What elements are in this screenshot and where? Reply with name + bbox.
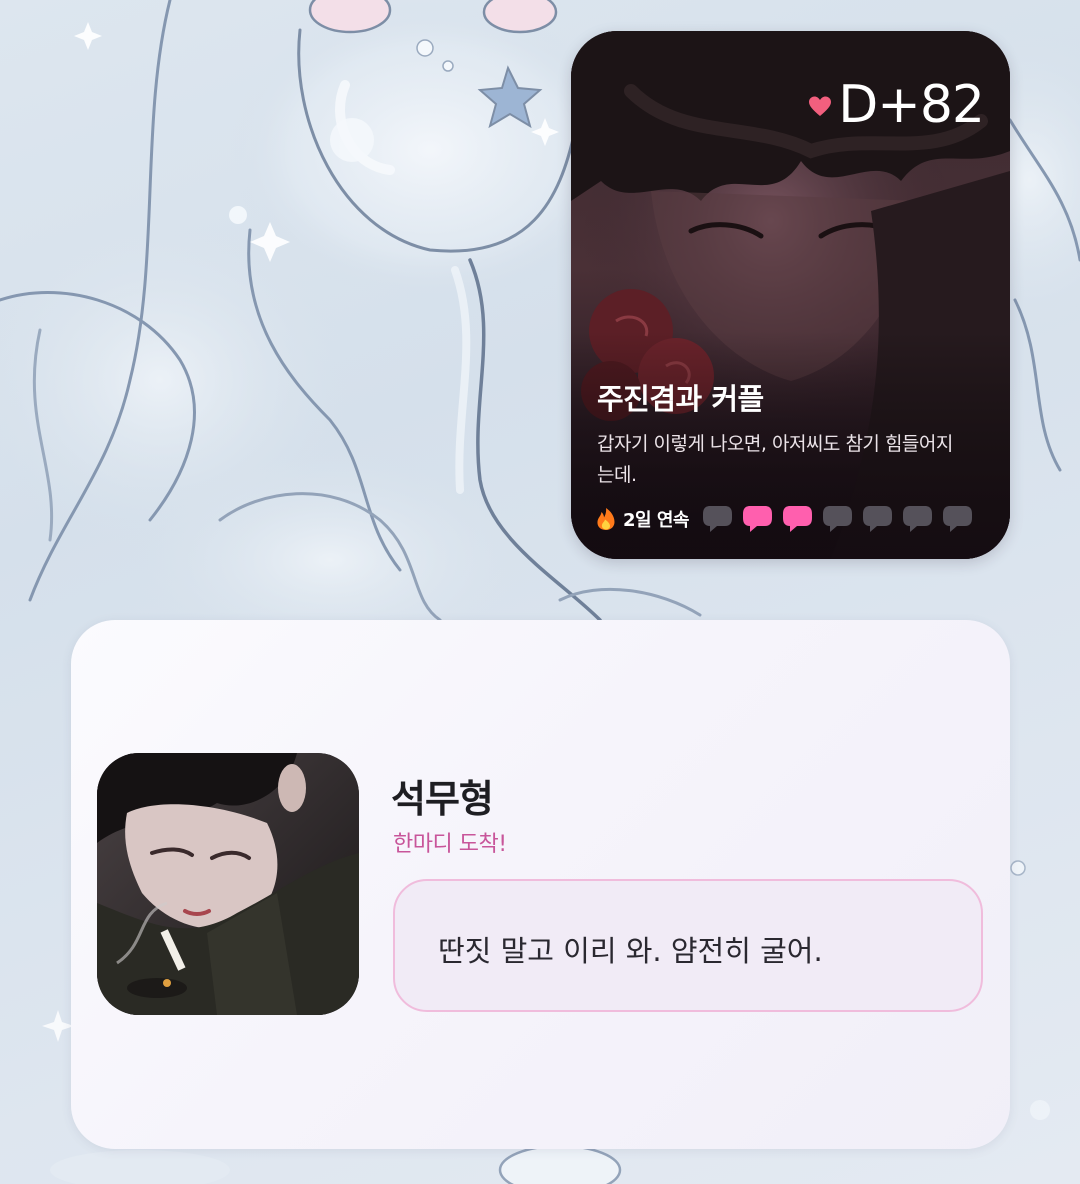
avatar <box>97 753 359 1015</box>
sender-name: 석무형 <box>391 777 494 821</box>
fire-icon <box>597 508 615 530</box>
chat-bubble-icon <box>822 506 852 532</box>
message-bubble: 딴짓 말고 이리 와. 얌전히 굴어. <box>393 879 983 1012</box>
chat-bubble-icon <box>742 506 772 532</box>
chat-bubble-shape <box>942 506 972 532</box>
streak-bubbles <box>701 504 974 534</box>
streak-label: 2일 연속 <box>595 506 689 532</box>
chat-bubble-shape <box>742 506 772 532</box>
heart-icon <box>809 96 832 116</box>
chat-bubble-shape <box>862 506 892 532</box>
chat-bubble-shape <box>902 506 932 532</box>
message-widget[interactable]: 석무형 한마디 도착! 딴짓 말고 이리 와. 얌전히 굴어. <box>71 620 1010 1149</box>
dday-counter: D+82 <box>808 75 985 135</box>
dday-text: D+82 <box>838 75 985 135</box>
couple-widget[interactable]: D+82 주진겸과 커플 갑자기 이렇게 나오면, 아저씨도 참기 힘들어지는데… <box>571 31 1010 559</box>
chat-bubble-icon <box>782 506 812 532</box>
chat-bubble-shape <box>702 506 732 532</box>
chat-bubble-icon <box>902 506 932 532</box>
chat-bubble-shape <box>822 506 852 532</box>
streak-text: 2일 연속 <box>623 510 689 531</box>
chat-bubble-icon <box>942 506 972 532</box>
chat-bubble-icon <box>702 506 732 532</box>
message-text: 딴짓 말고 이리 와. 얌전히 굴어. <box>438 934 823 968</box>
couple-quote: 갑자기 이렇게 나오면, 아저씨도 참기 힘들어지는데. <box>597 433 953 486</box>
couple-title: 주진겸과 커플 <box>597 382 764 416</box>
chat-bubble-icon <box>862 506 892 532</box>
streak-row: 2일 연속 <box>595 503 988 535</box>
chat-bubble-shape <box>782 506 812 532</box>
sender-avatar-photo <box>97 753 359 1015</box>
message-status: 한마디 도착! <box>393 832 507 857</box>
